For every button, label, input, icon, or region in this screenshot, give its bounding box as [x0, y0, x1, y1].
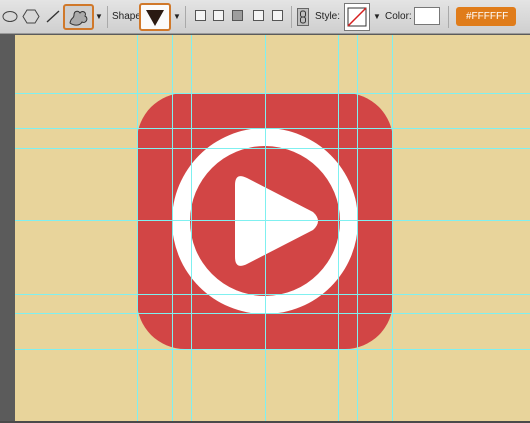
no-style-icon [347, 7, 367, 27]
ellipse-tool-icon[interactable] [2, 10, 18, 23]
polygon-tool-icon[interactable] [22, 9, 40, 24]
style-label: Style: [315, 11, 341, 22]
separator [448, 6, 449, 28]
subtract-mode-button[interactable] [232, 10, 243, 21]
separator [291, 6, 292, 28]
document-canvas-area [0, 35, 530, 423]
intersect-mode-button[interactable] [253, 10, 264, 21]
color-hex-badge: #FFFFFF [456, 7, 517, 26]
style-chevron-down-icon[interactable]: ▼ [373, 12, 381, 21]
shape-picker[interactable] [139, 3, 171, 31]
new-layer-mode-button[interactable] [195, 10, 206, 21]
custom-shape-icon [69, 10, 88, 26]
pasteboard [0, 35, 15, 423]
exclude-mode-button[interactable] [272, 10, 283, 21]
custom-shape-tool-button[interactable] [63, 4, 94, 30]
triangle-shape-icon [146, 10, 164, 26]
color-label: Color: [385, 11, 412, 22]
document-canvas[interactable] [15, 35, 530, 423]
chevron-down-icon[interactable]: ▼ [95, 12, 103, 21]
shape-picker-chevron-down-icon[interactable]: ▼ [173, 12, 181, 21]
separator [185, 6, 186, 28]
link-chain-icon[interactable] [297, 8, 309, 26]
options-toolbar: ▼ Shape: ▼ Style: ▼ Color: #FFFFFF [0, 0, 530, 34]
style-picker[interactable] [344, 3, 370, 31]
artwork [15, 35, 530, 423]
color-swatch[interactable] [414, 7, 440, 25]
separator [107, 6, 108, 28]
line-tool-icon[interactable] [45, 9, 61, 24]
combine-mode-button[interactable] [213, 10, 224, 21]
